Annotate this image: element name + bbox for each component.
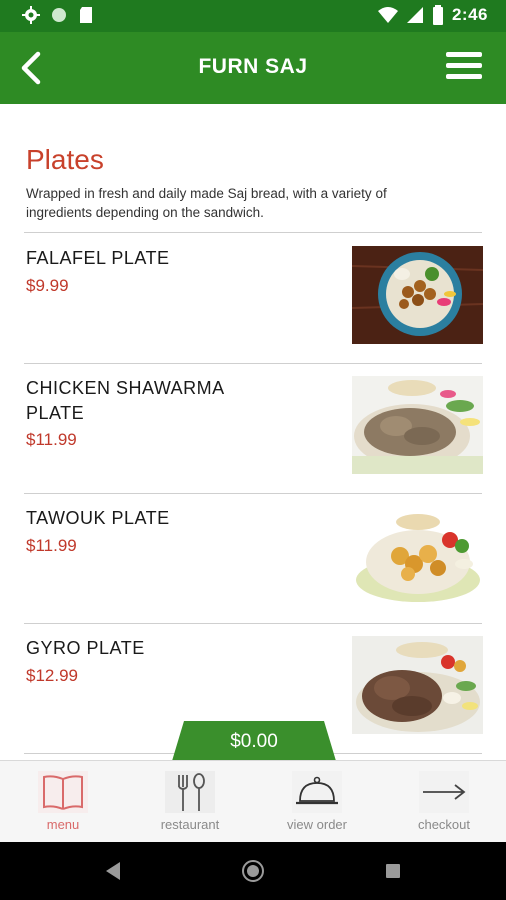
nav-view-order[interactable]: view order (267, 771, 367, 832)
menu-item-tawouk-plate[interactable]: TAWOUK PLATE $11.99 (0, 494, 506, 624)
bottom-nav: menu restaurant view order checkout (0, 760, 506, 842)
item-name: TAWOUK PLATE (26, 508, 170, 528)
arrow-right-icon (419, 771, 469, 813)
back-triangle-icon[interactable] (104, 861, 122, 881)
system-navigation-bar (0, 842, 506, 900)
status-left-icons (22, 6, 94, 24)
section-description: Wrapped in fresh and daily made Saj brea… (26, 186, 387, 220)
nav-restaurant-label: restaurant (160, 817, 220, 832)
menu-button[interactable] (446, 50, 482, 82)
menu-content[interactable]: Plates Wrapped in fresh and daily made S… (0, 104, 506, 760)
cart-total[interactable]: $0.00 (172, 731, 336, 753)
signal-icon (406, 7, 423, 23)
divider (24, 232, 482, 233)
nav-view-order-label: view order (287, 817, 347, 832)
wifi-icon (377, 7, 398, 23)
nav-checkout[interactable]: checkout (394, 771, 494, 832)
cloche-icon (292, 771, 342, 813)
status-bar: 2:46 (0, 0, 506, 32)
battery-icon (432, 5, 443, 25)
home-circle-icon[interactable] (241, 859, 265, 883)
item-name: GYRO PLATE (26, 638, 145, 658)
book-icon (38, 771, 88, 813)
item-price: $11.99 (26, 536, 77, 555)
section-title: Plates (26, 144, 104, 175)
app-title: FURN SAJ (198, 55, 308, 78)
status-right-icons: 2:46 (377, 5, 488, 25)
sd-card-icon (80, 7, 92, 23)
nav-menu-label: menu (46, 817, 80, 832)
settings-icon (22, 6, 40, 24)
app-bar: FURN SAJ (0, 32, 506, 104)
item-price: $9.99 (26, 276, 69, 295)
circle-icon (52, 8, 66, 22)
recents-square-icon[interactable] (385, 863, 401, 879)
menu-item-chicken-shawarma-plate[interactable]: CHICKEN SHAWARMA PLATE $11.99 (0, 364, 506, 494)
item-name: CHICKEN SHAWARMA PLATE (26, 378, 224, 423)
item-price: $12.99 (26, 666, 78, 685)
nav-checkout-label: checkout (417, 817, 471, 832)
chicken-shawarma-plate-image[interactable] (352, 376, 483, 474)
status-time: 2:46 (451, 5, 488, 24)
nav-restaurant[interactable]: restaurant (140, 771, 240, 832)
gyro-plate-image[interactable] (352, 636, 483, 734)
falafel-plate-image[interactable] (352, 246, 483, 344)
nav-menu[interactable]: menu (13, 771, 113, 832)
item-price: $11.99 (26, 430, 77, 449)
tawouk-plate-image[interactable] (352, 506, 483, 604)
item-name: FALAFEL PLATE (26, 248, 170, 268)
hamburger-menu-icon (446, 52, 482, 79)
fork-spoon-icon (165, 771, 215, 813)
menu-item-falafel-plate[interactable]: FALAFEL PLATE $9.99 (0, 234, 506, 364)
